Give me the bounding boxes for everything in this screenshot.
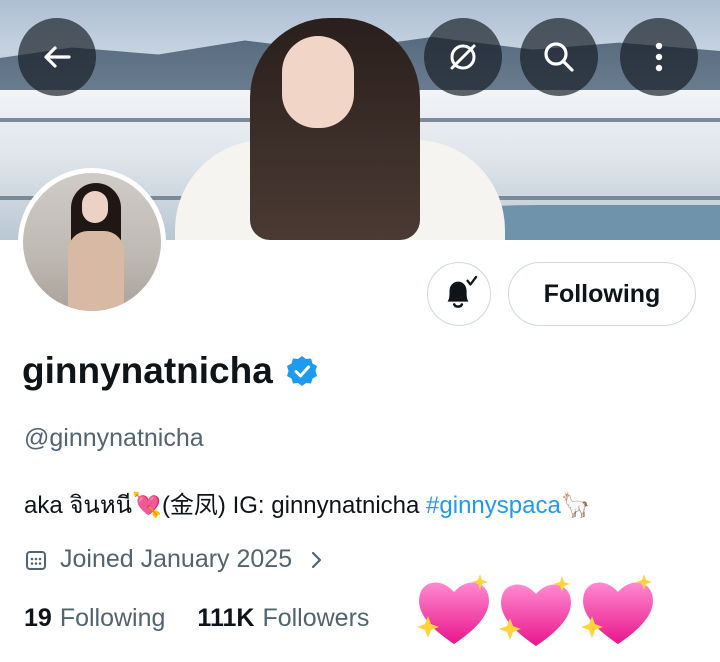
back-button[interactable] [18, 18, 96, 96]
handle: @ginnynatnicha [24, 424, 204, 452]
bio-text: aka จินหนี💘(金凤) IG: ginnynatnicha [24, 492, 427, 519]
avatar[interactable] [18, 168, 166, 316]
display-name-row: ginnynatnicha [22, 350, 319, 392]
heart-1 [417, 574, 489, 644]
followers-stat[interactable]: 111K Followers [197, 604, 369, 633]
more-vertical-icon [655, 42, 663, 72]
avatar-body [68, 231, 124, 311]
search-button[interactable] [520, 18, 598, 96]
bio: aka จินหนี💘(金凤) IG: ginnynatnicha #ginny… [24, 485, 591, 524]
follow-stats: 19 Following 111K Followers [24, 604, 401, 633]
display-name: ginnynatnicha [22, 350, 273, 391]
arrow-left-icon [44, 46, 71, 68]
grok-icon [450, 44, 476, 70]
notifications-button[interactable] [427, 262, 491, 326]
more-button[interactable] [620, 18, 698, 96]
bio-emoji: 🦙 [560, 492, 591, 519]
verified-badge-icon[interactable] [285, 354, 319, 388]
sparkling-hearts-icon [417, 574, 653, 646]
search-icon [544, 42, 574, 72]
heart-3 [581, 574, 653, 644]
avatar-face [82, 191, 108, 223]
joined-date-row[interactable]: Joined January 2025 [24, 545, 326, 574]
followers-label: Followers [262, 604, 370, 632]
bell-subscribed-icon [447, 275, 478, 308]
banner-person-face [282, 36, 354, 128]
followers-count: 111K [197, 604, 255, 632]
chevron-right-icon [312, 551, 322, 568]
heart-2 [499, 576, 571, 646]
bio-hashtag[interactable]: #ginnyspaca [426, 492, 561, 519]
following-label: Following [59, 604, 166, 632]
grok-button[interactable] [424, 18, 502, 96]
following-button[interactable]: Following [508, 262, 696, 326]
following-count: 19 [24, 604, 52, 632]
joined-date: Joined January 2025 [60, 545, 293, 573]
following-stat[interactable]: 19 Following [24, 604, 165, 633]
calendar-icon [26, 550, 46, 570]
